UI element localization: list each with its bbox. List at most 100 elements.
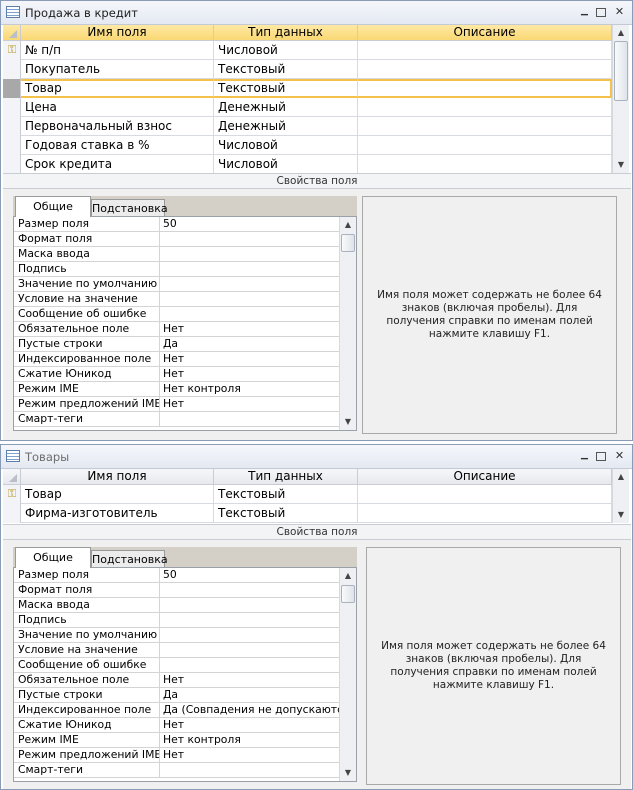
property-value[interactable] — [160, 598, 340, 613]
property-row[interactable]: Маска ввода — [14, 598, 340, 613]
arrow-down-icon[interactable]: ▼ — [340, 414, 356, 430]
property-value[interactable]: Нет — [160, 352, 340, 367]
property-value[interactable]: Нет — [160, 673, 340, 688]
row-selector[interactable] — [3, 504, 21, 523]
data-type-cell[interactable]: Текстовый — [214, 504, 358, 523]
tab-lookup[interactable]: Подстановка — [91, 550, 168, 568]
field-name-cell[interactable]: Годовая ставка в % — [21, 136, 214, 155]
property-row[interactable]: Формат поля — [14, 583, 340, 598]
property-value[interactable] — [160, 247, 340, 262]
description-cell[interactable] — [358, 485, 612, 504]
column-header-data-type[interactable]: Тип данных — [214, 25, 358, 41]
field-name-cell[interactable]: № п/п — [21, 41, 214, 60]
property-row[interactable]: Сообщение об ошибке — [14, 658, 340, 673]
data-type-cell[interactable]: Числовой — [214, 41, 358, 60]
property-row[interactable]: Режим IME Нет контроля — [14, 733, 340, 748]
property-row[interactable]: Режим предложений IME Нет — [14, 397, 340, 412]
field-row[interactable]: Товар Текстовый — [3, 79, 612, 98]
tab-lookup[interactable]: Подстановка — [91, 199, 168, 217]
property-row[interactable]: Условие на значение — [14, 643, 340, 658]
property-value[interactable]: Нет — [160, 367, 340, 382]
property-row[interactable]: Сжатие Юникод Нет — [14, 718, 340, 733]
property-row[interactable]: Подпись — [14, 262, 340, 277]
description-cell[interactable] — [358, 98, 612, 117]
description-cell[interactable] — [358, 117, 612, 136]
column-header-field-name[interactable]: Имя поля — [21, 25, 214, 41]
property-row[interactable]: Условие на значение — [14, 292, 340, 307]
column-header-description[interactable]: Описание — [358, 469, 612, 485]
property-value[interactable] — [160, 262, 340, 277]
property-row[interactable]: Пустые строки Да — [14, 688, 340, 703]
tab-general[interactable]: Общие — [15, 196, 91, 217]
field-name-cell[interactable]: Первоначальный взнос — [21, 117, 214, 136]
property-value[interactable] — [160, 643, 340, 658]
window-titlebar[interactable]: Продажа в кредит ▁ ✕ — [1, 1, 632, 25]
property-value[interactable]: Нет — [160, 718, 340, 733]
field-row[interactable]: Годовая ставка в % Числовой — [3, 136, 612, 155]
row-selector[interactable]: ⚿ — [3, 485, 21, 504]
property-row[interactable]: Режим IME Нет контроля — [14, 382, 340, 397]
arrow-up-icon[interactable]: ▲ — [340, 568, 356, 584]
property-value[interactable] — [160, 658, 340, 673]
data-type-cell[interactable]: Текстовый — [214, 485, 358, 504]
column-header-data-type[interactable]: Тип данных — [214, 469, 358, 485]
data-type-cell[interactable]: Денежный — [214, 117, 358, 136]
select-all-corner[interactable] — [3, 469, 21, 485]
property-value[interactable]: Нет контроля — [160, 733, 340, 748]
property-value[interactable]: 50 — [160, 568, 340, 583]
property-value[interactable] — [160, 583, 340, 598]
restore-icon[interactable] — [596, 8, 606, 17]
property-value[interactable]: Да — [160, 688, 340, 703]
property-row[interactable]: Индексированное поле Да (Совпадения не до… — [14, 703, 340, 718]
data-type-cell[interactable]: Денежный — [214, 98, 358, 117]
property-value[interactable] — [160, 763, 340, 778]
description-cell[interactable] — [358, 136, 612, 155]
field-row[interactable]: ⚿ Товар Текстовый — [3, 485, 612, 504]
arrow-down-icon[interactable]: ▼ — [613, 507, 629, 523]
property-row[interactable]: Индексированное поле Нет — [14, 352, 340, 367]
property-value[interactable] — [160, 628, 340, 643]
property-value[interactable] — [160, 292, 340, 307]
arrow-down-icon[interactable]: ▼ — [340, 765, 356, 781]
scrollbar-thumb[interactable] — [341, 234, 355, 252]
field-name-cell[interactable]: Покупатель — [21, 60, 214, 79]
window-titlebar[interactable]: Товары ▁ ✕ — [1, 445, 632, 469]
field-name-cell[interactable]: Товар — [21, 485, 214, 504]
minimize-icon[interactable]: ▁ — [578, 6, 591, 18]
field-row[interactable]: Срок кредита Числовой — [3, 155, 612, 174]
description-cell[interactable] — [358, 155, 612, 174]
property-row[interactable]: Пустые строки Да — [14, 337, 340, 352]
scrollbar-thumb[interactable] — [341, 585, 355, 603]
property-value[interactable] — [160, 277, 340, 292]
property-row[interactable]: Размер поля 50 — [14, 568, 340, 583]
field-row[interactable]: Фирма-изготовитель Текстовый — [3, 504, 612, 523]
minimize-icon[interactable]: ▁ — [578, 450, 591, 462]
property-row[interactable]: Сжатие Юникод Нет — [14, 367, 340, 382]
property-value[interactable]: 50 — [160, 217, 340, 232]
select-all-corner[interactable] — [3, 25, 21, 41]
close-icon[interactable]: ✕ — [613, 450, 626, 462]
property-row[interactable]: Обязательное поле Нет — [14, 322, 340, 337]
grid-scrollbar[interactable]: ▲ ▼ — [612, 25, 629, 173]
property-value[interactable]: Нет — [160, 322, 340, 337]
data-type-cell[interactable]: Числовой — [214, 136, 358, 155]
property-value[interactable] — [160, 232, 340, 247]
property-row[interactable]: Смарт-теги — [14, 763, 340, 778]
property-value[interactable] — [160, 613, 340, 628]
property-row[interactable]: Смарт-теги — [14, 412, 340, 427]
field-row[interactable]: Первоначальный взнос Денежный — [3, 117, 612, 136]
description-cell[interactable] — [358, 41, 612, 60]
field-row[interactable]: ⚿ № п/п Числовой — [3, 41, 612, 60]
field-row[interactable]: Цена Денежный — [3, 98, 612, 117]
property-row[interactable]: Подпись — [14, 613, 340, 628]
restore-icon[interactable] — [596, 452, 606, 461]
data-type-cell[interactable]: Текстовый — [214, 60, 358, 79]
row-selector[interactable] — [3, 79, 21, 98]
property-row[interactable]: Сообщение об ошибке — [14, 307, 340, 322]
row-selector[interactable] — [3, 117, 21, 136]
property-row[interactable]: Маска ввода — [14, 247, 340, 262]
row-selector[interactable]: ⚿ — [3, 41, 21, 60]
row-selector[interactable] — [3, 98, 21, 117]
arrow-up-icon[interactable]: ▲ — [613, 469, 629, 485]
property-row[interactable]: Размер поля 50 — [14, 217, 340, 232]
